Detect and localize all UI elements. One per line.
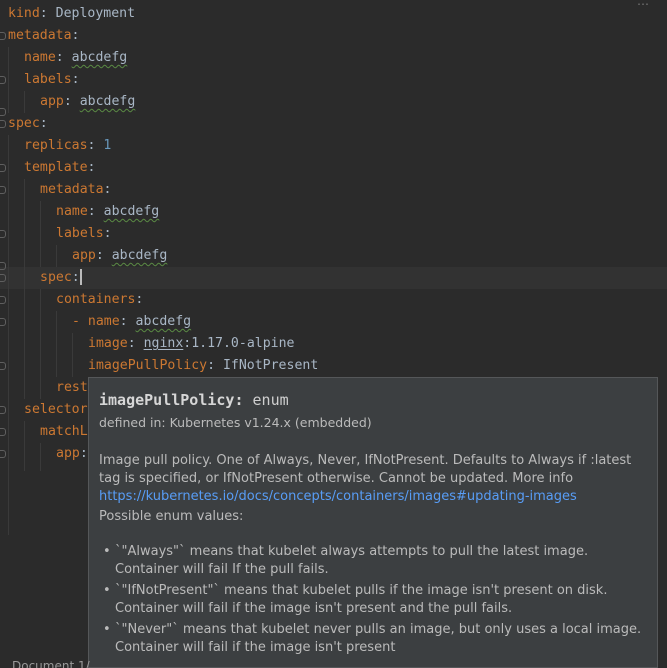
- yaml-key: containers: [56, 292, 136, 307]
- yaml-editor[interactable]: … kind: Deployment metadata: name: abcde…: [0, 0, 667, 668]
- image-value: nginx:1.17.0-alpine: [143, 336, 295, 351]
- document-indicator[interactable]: Document 1/: [12, 659, 90, 668]
- code-line[interactable]: - name: abcdefg: [72, 311, 191, 333]
- popup-property-name: imagePullPolicy:: [99, 391, 244, 409]
- indent-guide: [40, 201, 41, 267]
- yaml-key: - name: [72, 314, 120, 329]
- yaml-key: name: [56, 204, 88, 219]
- code-line[interactable]: matchL: [40, 421, 88, 443]
- code-line[interactable]: metadata:: [40, 179, 111, 201]
- fold-icon[interactable]: [0, 230, 6, 238]
- fold-icon[interactable]: [0, 164, 6, 172]
- fold-icon[interactable]: [0, 406, 6, 414]
- yaml-key: app: [40, 94, 64, 109]
- popup-property-type: enum: [252, 391, 289, 409]
- indent-guide: [8, 47, 9, 113]
- yaml-key: spec: [8, 116, 40, 131]
- yaml-value: Deployment: [55, 6, 136, 21]
- fold-icon[interactable]: [0, 76, 6, 84]
- fold-icon[interactable]: [0, 108, 6, 116]
- code-line[interactable]: replicas: 1: [24, 135, 111, 157]
- yaml-value: IfNotPresent: [222, 358, 319, 373]
- enum-value-item: `"Always"` means that kubelet always att…: [103, 543, 648, 579]
- yaml-key: imagePullPolicy: [88, 358, 208, 373]
- code-line[interactable]: imagePullPolicy: IfNotPresent: [88, 355, 318, 377]
- fold-icon[interactable]: [0, 32, 6, 40]
- yaml-key: labels: [56, 226, 104, 241]
- fold-icon[interactable]: [0, 262, 6, 270]
- fold-icon[interactable]: [0, 428, 6, 436]
- enum-value-item: `"Never"` means that kubelet never pulls…: [103, 621, 648, 657]
- yaml-key: metadata: [40, 182, 104, 197]
- yaml-value: abcdefg: [79, 94, 136, 109]
- indent-guide: [56, 245, 57, 267]
- docs-link[interactable]: https://kubernetes.io/docs/concepts/cont…: [99, 489, 577, 504]
- more-icon[interactable]: …: [637, 0, 649, 8]
- code-line[interactable]: template:: [24, 157, 95, 179]
- code-line[interactable]: selector: [24, 399, 88, 421]
- code-line[interactable]: containers:: [56, 289, 143, 311]
- yaml-value: abcdefg: [103, 204, 160, 219]
- yaml-key: replicas: [24, 138, 88, 153]
- enum-value-item: `"IfNotPresent"` means that kubelet pull…: [103, 582, 648, 618]
- yaml-key: spec: [40, 270, 72, 285]
- fold-icon[interactable]: [0, 274, 6, 282]
- status-bar: Document 1/: [0, 658, 90, 668]
- indent-guide: [40, 443, 41, 471]
- code-line[interactable]: app: abcdefg: [72, 245, 167, 267]
- code-line[interactable]: spec:: [8, 113, 48, 135]
- code-line[interactable]: name: abcdefg: [24, 47, 127, 69]
- documentation-popup[interactable]: imagePullPolicy: enum defined in: Kubern…: [88, 377, 658, 668]
- fold-icon[interactable]: [0, 318, 6, 326]
- code-line[interactable]: app: abcdefg: [40, 91, 135, 113]
- yaml-key: app: [72, 248, 96, 263]
- fold-icon[interactable]: [0, 362, 6, 370]
- yaml-key: app: [56, 446, 80, 461]
- indent-guide: [24, 179, 25, 399]
- yaml-key: labels: [24, 72, 72, 87]
- yaml-key: name: [24, 50, 56, 65]
- popup-title: imagePullPolicy: enum: [99, 391, 289, 409]
- popup-description-text: Image pull policy. One of Always, Never,…: [99, 453, 632, 486]
- code-line[interactable]: labels:: [56, 223, 112, 245]
- enum-values-list: `"Always"` means that kubelet always att…: [103, 543, 648, 660]
- code-line[interactable]: kind: Deployment: [8, 3, 135, 25]
- fold-icon[interactable]: [0, 120, 6, 128]
- yaml-key: metadata: [8, 28, 72, 43]
- yaml-value: abcdefg: [135, 314, 192, 329]
- fold-icon[interactable]: [0, 296, 6, 304]
- yaml-value: abcdefg: [71, 50, 128, 65]
- indent-guide: [56, 311, 57, 377]
- yaml-key: rest: [56, 380, 88, 395]
- popup-description: Image pull policy. One of Always, Never,…: [99, 452, 647, 506]
- indent-guide: [8, 135, 9, 535]
- yaml-key: kind: [8, 6, 40, 21]
- indent-guide: [24, 91, 25, 113]
- text-caret: [79, 269, 82, 285]
- code-line[interactable]: image: nginx:1.17.0-alpine: [88, 333, 294, 355]
- yaml-key: image: [88, 336, 128, 351]
- yaml-key: template: [24, 160, 88, 175]
- indent-guide: [40, 289, 41, 399]
- fold-icon[interactable]: [0, 450, 6, 458]
- code-line[interactable]: rest: [56, 377, 88, 399]
- current-line-highlight: [0, 267, 667, 289]
- indent-guide: [72, 333, 73, 377]
- code-line[interactable]: labels:: [24, 69, 80, 91]
- enum-values-title: Possible enum values:: [99, 509, 244, 524]
- popup-defined-in: defined in: Kubernetes v1.24.x (embedded…: [99, 415, 372, 430]
- yaml-key: matchL: [40, 424, 88, 439]
- code-line[interactable]: metadata:: [8, 25, 79, 47]
- code-line[interactable]: app:: [56, 443, 88, 465]
- yaml-value: abcdefg: [111, 248, 168, 263]
- yaml-key: selector: [24, 402, 88, 417]
- code-line[interactable]: name: abcdefg: [56, 201, 159, 223]
- fold-icon[interactable]: [0, 186, 6, 194]
- indent-guide: [24, 421, 25, 471]
- yaml-value: 1: [103, 138, 112, 153]
- code-line[interactable]: spec:: [40, 267, 82, 289]
